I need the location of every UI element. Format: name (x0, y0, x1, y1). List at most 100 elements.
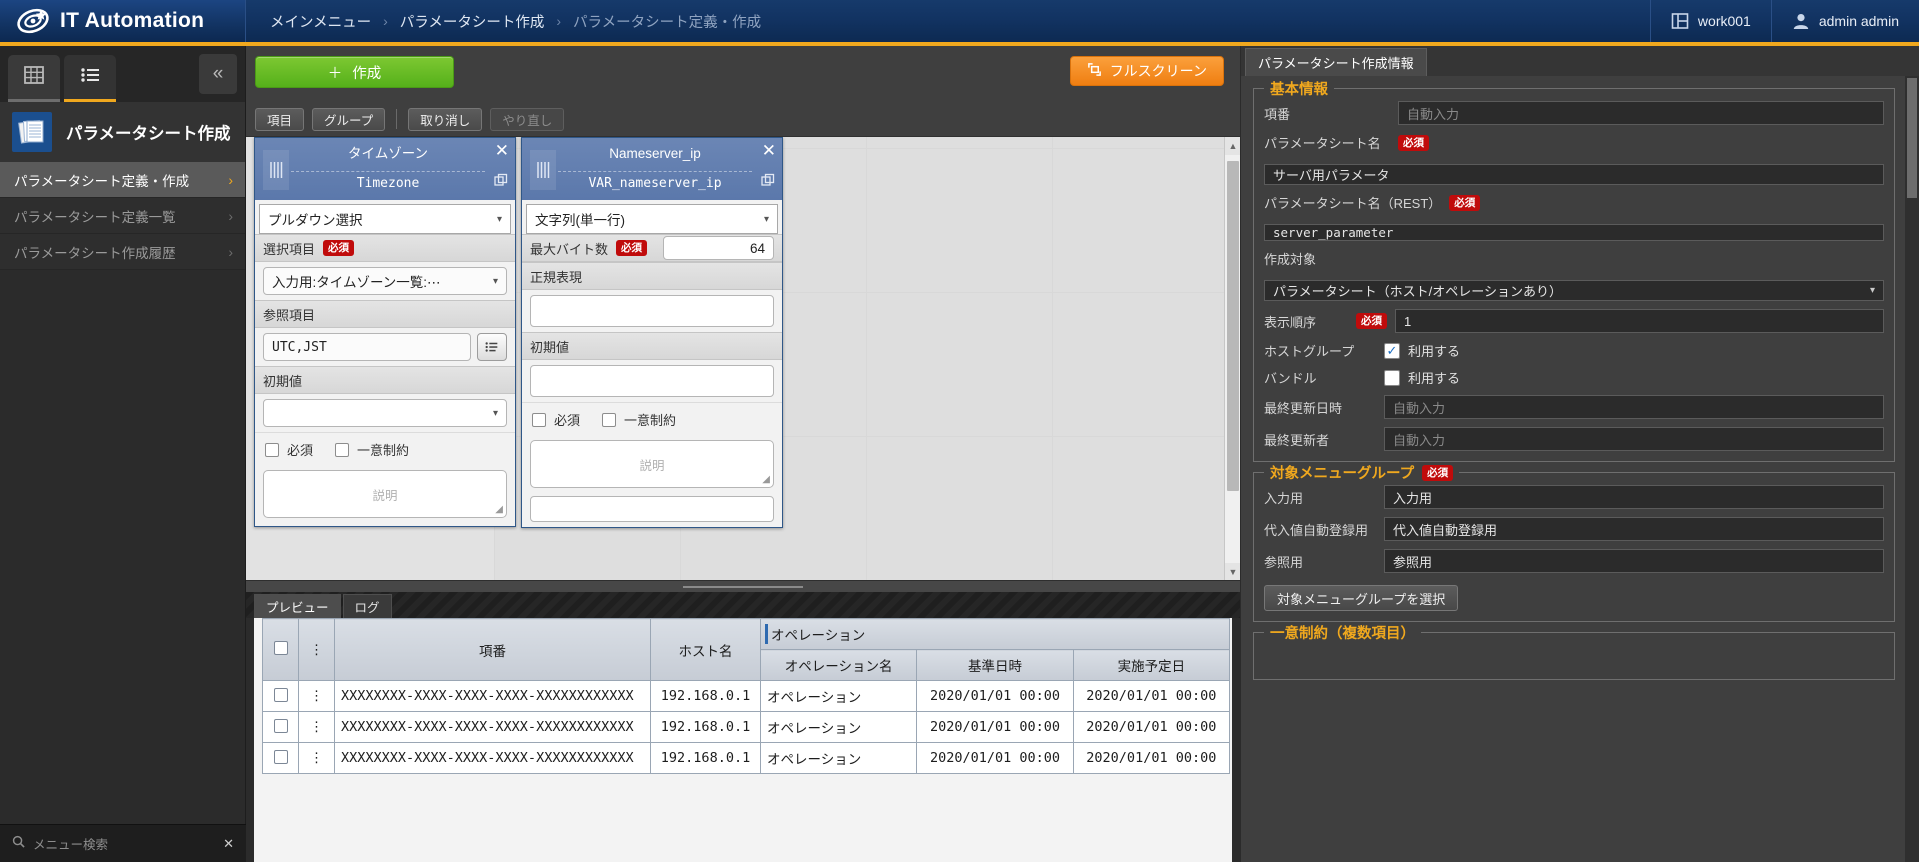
row-checkbox-cell[interactable] (262, 711, 299, 743)
card-checkbox-row: 必須 一意制約 (522, 402, 782, 436)
scrollbar-thumb[interactable] (1907, 78, 1917, 198)
row-checkbox[interactable] (273, 687, 288, 702)
description-placeholder: 説明 (372, 488, 398, 503)
undo-button[interactable]: 取り消し (408, 107, 483, 131)
host-group-checkbox-wrap[interactable]: ✓ 利用する (1384, 341, 1884, 360)
field-card-timezone[interactable]: タイムゾーン Timezone ✕ プルダウン選択 ▾ 選択項目 必須 入力用:… (254, 137, 516, 527)
initial-value-select[interactable]: ▾ (263, 399, 507, 427)
fullscreen-button[interactable]: フルスクリーン (1069, 56, 1224, 86)
right-panel-scrollbar[interactable] (1905, 76, 1919, 862)
select-item-input[interactable]: 入力用:タイムゾーン一覧:⋯ ▾ (263, 267, 507, 295)
menu-search-input[interactable]: メニュー検索 (33, 834, 215, 853)
description-textarea[interactable]: 説明 ◢ (530, 440, 774, 488)
row-menu-cell[interactable]: ⋮ (298, 680, 335, 712)
field-type-select[interactable]: 文字列(単一行) ▾ (526, 204, 778, 234)
add-item-button[interactable]: 項目 (255, 107, 305, 131)
panel-splitter[interactable] (246, 580, 1240, 592)
duplicate-icon[interactable] (494, 173, 508, 187)
workspace-selector[interactable]: work001 (1649, 0, 1771, 42)
row-input-group: 入力用 入力用 (1264, 485, 1884, 509)
sidebar-item-create-history[interactable]: パラメータシート作成履歴 › (0, 234, 245, 270)
input-display-order[interactable]: 1 (1395, 309, 1884, 333)
close-icon[interactable]: ✕ (495, 142, 509, 159)
regex-input[interactable] (530, 295, 774, 327)
description-textarea[interactable]: 説明 ◢ (263, 470, 507, 518)
card-header[interactable]: Nameserver_ip VAR_nameserver_ip ✕ (522, 138, 782, 200)
select-all-header[interactable] (262, 618, 299, 681)
table-row[interactable]: ⋮ XXXXXXXX-XXXX-XXXX-XXXX-XXXXXXXXXXXX 1… (262, 742, 1231, 774)
column-header-plan-date: 実施予定日 (1072, 649, 1231, 681)
row-checkbox-cell[interactable] (262, 742, 299, 774)
card-header[interactable]: タイムゾーン Timezone ✕ (255, 138, 515, 200)
select-menu-group-button[interactable]: 対象メニューグループを選択 (1264, 585, 1459, 611)
menu-search-bar[interactable]: メニュー検索 ✕ (0, 824, 246, 862)
reference-item-picker-button[interactable] (477, 333, 507, 361)
required-checkbox[interactable] (265, 442, 279, 457)
preview-table: ⋮ 項番 ホスト名 オペレーション オペレーション名 基準日時 実施予定日 ⋮ (262, 618, 1231, 774)
tab-parameter-sheet-info[interactable]: パラメータシート作成情報 (1245, 48, 1427, 76)
card-title: Nameserver_ip (609, 146, 701, 161)
breadcrumb-item-1[interactable]: パラメータシート作成 (400, 11, 545, 32)
scrollbar-thumb[interactable] (1227, 161, 1239, 491)
host-group-checkbox[interactable]: ✓ (1384, 342, 1400, 359)
bundle-checkbox[interactable] (1384, 369, 1400, 386)
row-menu-cell[interactable]: ⋮ (298, 742, 335, 774)
table-row[interactable]: ⋮ XXXXXXXX-XXXX-XXXX-XXXX-XXXXXXXXXXXX 1… (262, 711, 1231, 743)
sidebar-collapse-button[interactable]: « (199, 54, 237, 94)
input-sheet-name-rest[interactable]: server_parameter (1264, 224, 1884, 241)
required-badge: 必須 (1356, 313, 1387, 329)
field-card-nameserver-ip[interactable]: Nameserver_ip VAR_nameserver_ip ✕ 文字列(単一… (521, 137, 783, 528)
tab-log[interactable]: ログ (342, 594, 392, 618)
label-select-item: 選択項目 必須 (255, 234, 515, 262)
field-type-select[interactable]: プルダウン選択 ▾ (259, 204, 511, 234)
breadcrumb-item-0[interactable]: メインメニュー (270, 11, 371, 32)
create-button[interactable]: ＋ 作成 (255, 56, 454, 88)
tab-preview[interactable]: プレビュー (254, 594, 341, 618)
add-group-button[interactable]: グループ (312, 107, 386, 131)
splitter-handle[interactable] (683, 586, 803, 588)
drag-handle-icon[interactable] (530, 150, 556, 190)
design-canvas[interactable]: タイムゾーン Timezone ✕ プルダウン選択 ▾ 選択項目 必須 入力用:… (246, 136, 1240, 580)
sidebar-tab-grid[interactable] (8, 55, 60, 102)
row-checkbox-cell[interactable] (262, 680, 299, 712)
field-label: 初期値 (263, 373, 303, 389)
cell-no: XXXXXXXX-XXXX-XXXX-XXXX-XXXXXXXXXXXX (334, 742, 651, 774)
row-menu-cell[interactable]: ⋮ (298, 711, 335, 743)
resize-grip-icon[interactable]: ◢ (762, 474, 770, 485)
row-checkbox[interactable] (273, 718, 288, 733)
canvas-vertical-scrollbar[interactable]: ▲ ▼ (1224, 137, 1240, 580)
unique-checkbox[interactable] (335, 442, 350, 457)
legend-basic-info: 基本情報 (1264, 78, 1334, 99)
reference-item-row: UTC,JST (263, 333, 507, 361)
user-menu[interactable]: admin admin (1770, 0, 1919, 42)
extra-input[interactable] (530, 496, 774, 522)
bundle-checkbox-wrap[interactable]: 利用する (1384, 368, 1884, 387)
row-checkbox[interactable] (273, 749, 288, 764)
sidebar-item-definition-list[interactable]: パラメータシート定義一覧 › (0, 198, 245, 234)
resize-grip-icon[interactable]: ◢ (495, 504, 503, 515)
scroll-down-icon[interactable]: ▼ (1225, 563, 1240, 580)
close-icon[interactable]: ✕ (762, 142, 776, 159)
cell-base-date: 2020/01/01 00:00 (916, 742, 1074, 774)
legend-menu-group-text: 対象メニューグループ (1270, 466, 1415, 482)
label-reference-item: 参照項目 (255, 300, 515, 328)
input-sheet-name[interactable]: サーバ用パラメータ (1264, 164, 1884, 185)
table-row[interactable]: ⋮ XXXXXXXX-XXXX-XXXX-XXXX-XXXXXXXXXXXX 1… (262, 680, 1231, 712)
initial-value-input[interactable] (530, 365, 774, 397)
input-item-no[interactable]: 自動入力 (1398, 101, 1884, 125)
row-menu-header[interactable]: ⋮ (298, 618, 335, 681)
brand-area[interactable]: IT Automation (0, 0, 246, 42)
select-create-target[interactable]: パラメータシート（ホスト/オペレーションあり） ▾ (1264, 280, 1884, 301)
reference-item-input[interactable]: UTC,JST (263, 333, 471, 361)
drag-handle-icon[interactable] (263, 150, 289, 190)
sidebar-tab-list[interactable] (64, 55, 116, 102)
max-bytes-input[interactable]: 64 (663, 236, 774, 260)
required-checkbox[interactable] (532, 412, 546, 427)
sidebar-item-definition-create[interactable]: パラメータシート定義・作成 › (0, 162, 245, 198)
unique-checkbox[interactable] (602, 412, 617, 427)
cell-plan-date: 2020/01/01 00:00 (1072, 711, 1231, 743)
clear-icon[interactable]: ✕ (223, 836, 234, 852)
duplicate-icon[interactable] (761, 173, 775, 187)
scroll-up-icon[interactable]: ▲ (1225, 137, 1240, 155)
select-all-checkbox[interactable] (273, 641, 288, 655)
